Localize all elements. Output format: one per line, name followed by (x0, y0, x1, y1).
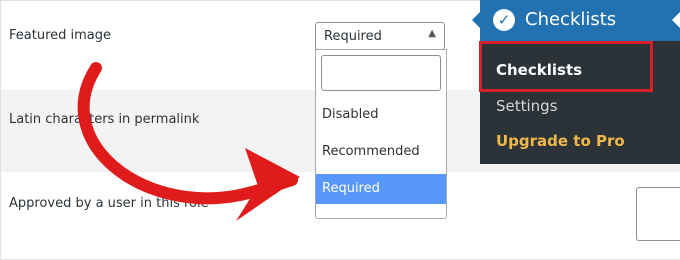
submenu-item-upgrade-to-pro[interactable]: Upgrade to Pro (496, 132, 625, 150)
highlight-box (479, 41, 653, 92)
row-label-featured-image: Featured image (9, 28, 112, 43)
option-required[interactable]: Required (316, 174, 446, 204)
row-label-latin-permalink: Latin characters in permalink (9, 112, 200, 127)
checkmark-circle-icon: ✓ (493, 9, 515, 31)
role-input[interactable] (636, 187, 680, 241)
option-recommended[interactable]: Recommended (316, 137, 446, 167)
caret-up-icon: ▲ (428, 28, 436, 39)
select-dropdown: Disabled Recommended Required (315, 49, 447, 219)
requirement-select[interactable]: Required ▲ (315, 22, 445, 50)
current-menu-arrow (672, 12, 680, 28)
menu-title: Checklists (525, 9, 617, 30)
select-current-value: Required (324, 29, 382, 44)
option-disabled[interactable]: Disabled (316, 100, 446, 130)
submenu-item-settings[interactable]: Settings (496, 97, 558, 115)
menu-header-checklists[interactable]: ✓ Checklists (472, 0, 680, 41)
dropdown-search-input[interactable] (321, 55, 441, 91)
menu-pointer-arrow (472, 12, 480, 28)
row-label-approved-by-role: Approved by a user in this role (9, 196, 209, 211)
